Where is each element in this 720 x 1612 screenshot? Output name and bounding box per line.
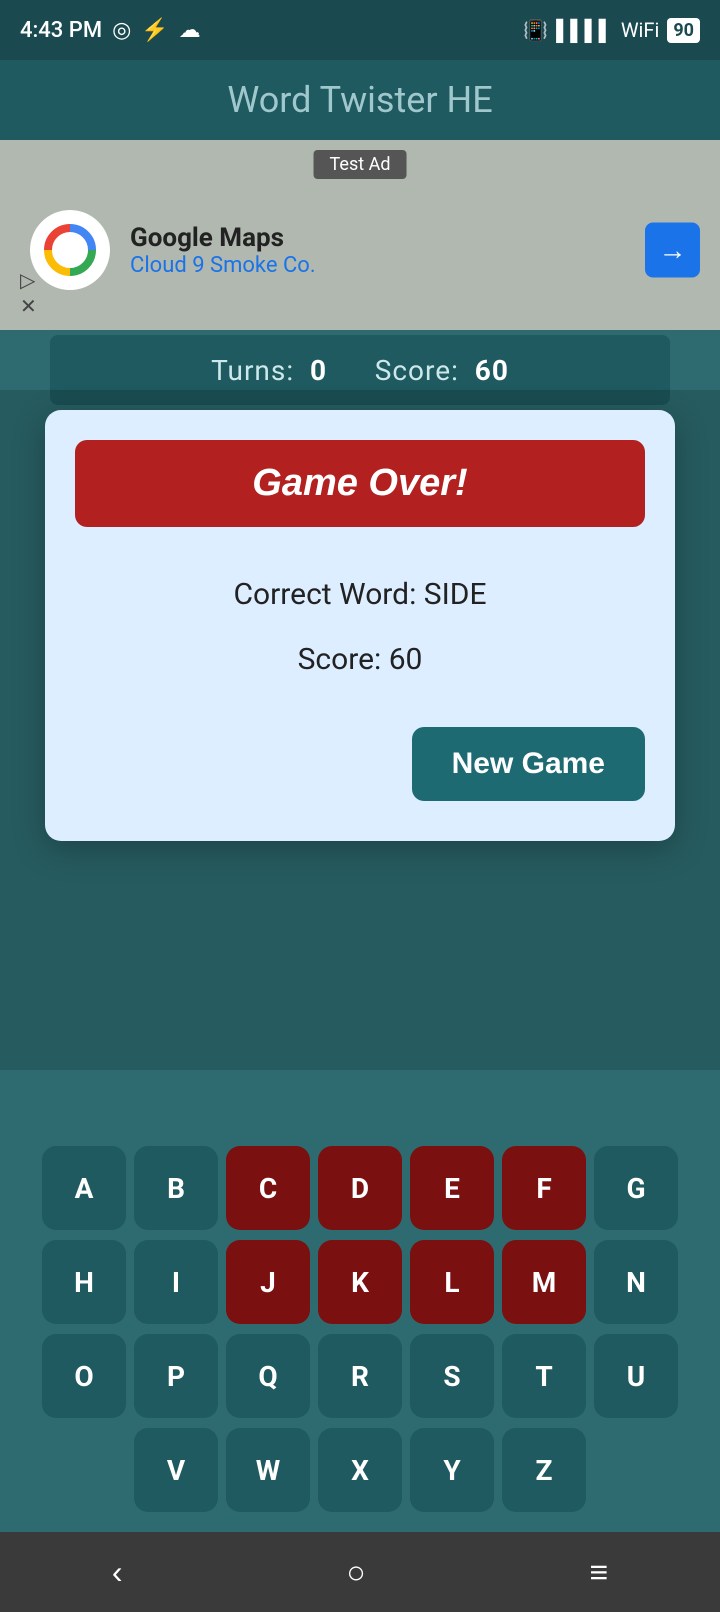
key-O[interactable]: O: [42, 1334, 126, 1418]
signal-icon: ▌▌▌▌: [556, 18, 613, 43]
ad-subtitle: Cloud 9 Smoke Co.: [130, 253, 316, 278]
keyboard-row-2: H I J K L M N: [10, 1240, 710, 1324]
key-S[interactable]: S: [410, 1334, 494, 1418]
ad-company-name: Google Maps: [130, 223, 316, 253]
status-left: 4:43 PM ◎ ⚡ ☁: [20, 18, 201, 43]
status-right: 📳 ▌▌▌▌ WiFi 90: [523, 18, 700, 43]
key-H[interactable]: H: [42, 1240, 126, 1324]
key-Q[interactable]: Q: [226, 1334, 310, 1418]
ad-logo: [30, 210, 110, 290]
key-I[interactable]: I: [134, 1240, 218, 1324]
score-label: Score:: [375, 354, 459, 387]
key-Z[interactable]: Z: [502, 1428, 586, 1512]
key-A[interactable]: A: [42, 1146, 126, 1230]
title-bar: Word Twister HE: [0, 60, 720, 140]
ad-banner[interactable]: Test Ad Google Maps Cloud 9 Smoke Co. → …: [0, 140, 720, 330]
cloud-icon: ☁: [179, 18, 201, 43]
key-L[interactable]: L: [410, 1240, 494, 1324]
ad-controls[interactable]: ▷ ✕: [20, 268, 37, 318]
new-game-button[interactable]: New Game: [412, 727, 645, 801]
vibrate-icon: 📳: [523, 18, 548, 42]
modal-score-display: Score: 60: [75, 642, 645, 677]
key-K[interactable]: K: [318, 1240, 402, 1324]
key-M[interactable]: M: [502, 1240, 586, 1324]
game-over-title: Game Over!: [75, 440, 645, 527]
arrow-symbol: →: [659, 234, 687, 267]
key-Y[interactable]: Y: [410, 1428, 494, 1512]
key-T[interactable]: T: [502, 1334, 586, 1418]
ad-arrow-icon[interactable]: →: [645, 223, 700, 278]
keyboard-row-4: V W X Y Z: [10, 1428, 710, 1512]
usb-icon: ⚡: [141, 18, 168, 43]
key-D[interactable]: D: [318, 1146, 402, 1230]
key-U[interactable]: U: [594, 1334, 678, 1418]
bottom-navigation: ‹ ○ ≡: [0, 1532, 720, 1612]
correct-word-display: Correct Word: SIDE: [75, 577, 645, 612]
ad-label: Test Ad: [314, 150, 407, 179]
key-X[interactable]: X: [318, 1428, 402, 1512]
ad-text: Google Maps Cloud 9 Smoke Co.: [130, 223, 316, 278]
app-title: Word Twister HE: [227, 79, 492, 121]
game-over-modal: Game Over! Correct Word: SIDE Score: 60 …: [45, 410, 675, 841]
key-P[interactable]: P: [134, 1334, 218, 1418]
home-button[interactable]: ○: [346, 1554, 365, 1591]
key-F[interactable]: F: [502, 1146, 586, 1230]
key-G[interactable]: G: [594, 1146, 678, 1230]
ad-close-icon[interactable]: ✕: [20, 294, 37, 318]
modal-overlay: Game Over! Correct Word: SIDE Score: 60 …: [0, 390, 720, 1070]
menu-button[interactable]: ≡: [589, 1554, 608, 1591]
key-B[interactable]: B: [134, 1146, 218, 1230]
key-E[interactable]: E: [410, 1146, 494, 1230]
key-W[interactable]: W: [226, 1428, 310, 1512]
key-R[interactable]: R: [318, 1334, 402, 1418]
whatsapp-icon: ◎: [112, 18, 131, 43]
back-button[interactable]: ‹: [112, 1554, 123, 1591]
score-text: Turns: 0 Score: 60: [211, 354, 509, 387]
wifi-icon: WiFi: [621, 18, 660, 42]
keyboard-row-1: A B C D E F G: [10, 1146, 710, 1230]
score-value: 60: [475, 354, 509, 387]
turns-value: 0: [310, 354, 327, 387]
key-C[interactable]: C: [226, 1146, 310, 1230]
turns-label: Turns:: [211, 354, 294, 387]
google-maps-logo-icon: [40, 220, 100, 280]
key-J[interactable]: J: [226, 1240, 310, 1324]
ad-play-icon[interactable]: ▷: [20, 268, 37, 292]
keyboard-area: A B C D E F G H I J K L M N O P Q R S T …: [0, 1126, 720, 1532]
battery-indicator: 90: [667, 18, 700, 43]
status-bar: 4:43 PM ◎ ⚡ ☁ 📳 ▌▌▌▌ WiFi 90: [0, 0, 720, 60]
key-V[interactable]: V: [134, 1428, 218, 1512]
time-display: 4:43 PM: [20, 18, 102, 43]
key-N[interactable]: N: [594, 1240, 678, 1324]
keyboard-row-3: O P Q R S T U: [10, 1334, 710, 1418]
